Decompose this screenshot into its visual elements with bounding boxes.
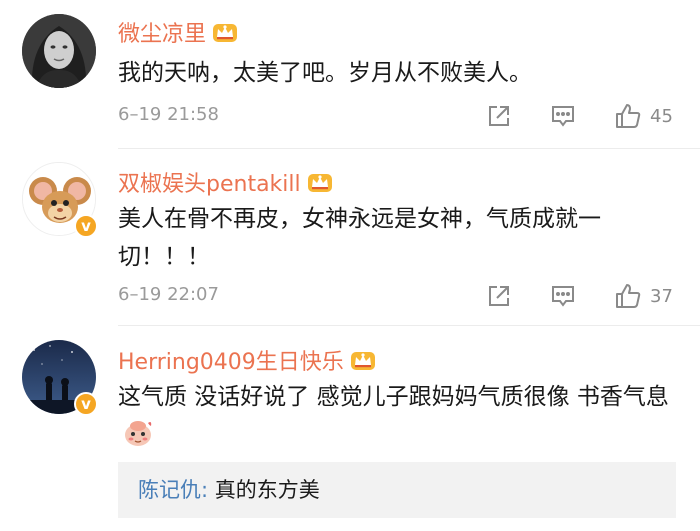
username-text[interactable]: 双椒娱头pentakill bbox=[118, 166, 301, 198]
crown-badge-icon bbox=[307, 171, 333, 193]
reply-preview[interactable]: 陈记仇: 真的东方美 bbox=[118, 462, 676, 518]
comment-text-content: 这气质 没话好说了 感觉儿子跟妈妈气质很像 书香气息 bbox=[118, 384, 669, 410]
comment-item: 微尘凉里 我的天呐，太美了吧。岁月从不败美人。 6–19 21:58 45 bbox=[0, 0, 700, 149]
username-text[interactable]: 微尘凉里 bbox=[118, 16, 206, 48]
crown-badge-icon bbox=[212, 21, 238, 43]
like-icon bbox=[614, 282, 642, 310]
comment-icon bbox=[550, 103, 576, 129]
comment-item: v Herring0409生日快乐 这气质 没话好说了 感觉儿子跟妈妈气质很像 … bbox=[0, 326, 700, 531]
verified-badge-icon: v bbox=[74, 214, 98, 238]
comment-text: 我的天呐，太美了吧。岁月从不败美人。 bbox=[118, 60, 532, 86]
divider bbox=[118, 148, 700, 149]
comment-text: 美人在骨不再皮，女神永远是女神，气质成就一切！！！ bbox=[118, 206, 601, 270]
reply-text: 真的东方美 bbox=[208, 478, 320, 502]
share-icon bbox=[486, 103, 512, 129]
like-button[interactable]: 37 bbox=[614, 282, 673, 310]
like-count: 45 bbox=[650, 105, 673, 127]
avatar[interactable] bbox=[22, 14, 96, 88]
verified-badge-icon: v bbox=[74, 392, 98, 416]
reply-button[interactable] bbox=[550, 102, 576, 130]
share-icon bbox=[486, 283, 512, 309]
like-button[interactable]: 45 bbox=[614, 102, 673, 130]
timestamp: 6–19 22:07 bbox=[118, 284, 219, 305]
username-text[interactable]: Herring0409生日快乐 bbox=[118, 344, 344, 376]
crown-badge-icon bbox=[350, 349, 376, 371]
comment-text: 这气质 没话好说了 感觉儿子跟妈妈气质很像 书香气息 bbox=[118, 378, 678, 460]
timestamp: 6–19 21:58 bbox=[118, 104, 219, 125]
username[interactable]: 微尘凉里 bbox=[118, 16, 238, 48]
like-icon bbox=[614, 102, 642, 130]
comment-footer: 6–19 21:58 45 bbox=[118, 102, 700, 132]
username[interactable]: 双椒娱头pentakill bbox=[118, 166, 333, 198]
reply-button[interactable] bbox=[550, 282, 576, 310]
like-count: 37 bbox=[650, 285, 673, 307]
reply-username[interactable]: 陈记仇: bbox=[138, 478, 208, 502]
comment-footer: 6–19 22:07 37 bbox=[118, 282, 700, 312]
emoji-icon bbox=[122, 418, 154, 460]
username[interactable]: Herring0409生日快乐 bbox=[118, 344, 376, 376]
comment-icon bbox=[550, 283, 576, 309]
share-button[interactable] bbox=[486, 282, 512, 310]
comment-item: v 双椒娱头pentakill 美人在骨不再皮，女神永远是女神，气质成就一切！！… bbox=[0, 150, 700, 325]
share-button[interactable] bbox=[486, 102, 512, 130]
